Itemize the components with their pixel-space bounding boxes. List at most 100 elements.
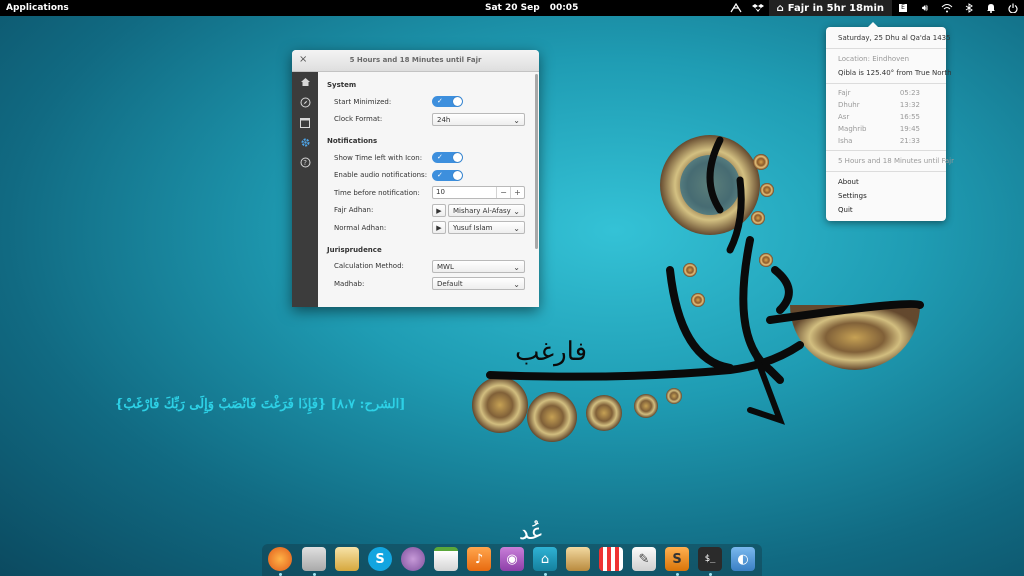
calendar-icon[interactable] — [292, 112, 318, 132]
fajr-adhan-controls: ▶ Mishary Al-Afasy ⌄ — [432, 203, 525, 217]
popcorn-icon[interactable] — [599, 547, 623, 571]
gear-icon[interactable] — [292, 132, 318, 152]
setting-label: Fajr Adhan: — [334, 206, 374, 215]
setting-calc-method: Calculation Method: MWL ⌄ — [327, 258, 525, 276]
setting-clock-format: Clock Format: 24h ⌄ — [327, 111, 525, 129]
toggle-knob — [453, 153, 462, 163]
play-button[interactable]: ▶ — [432, 221, 446, 235]
setting-fajr-adhan: Fajr Adhan: ▶ Mishary Al-Afasy ⌄ — [327, 202, 525, 220]
prayer-time: 05:23 — [899, 89, 920, 97]
toggle-knob — [453, 170, 462, 180]
section-notifications: Notifications — [327, 137, 378, 145]
check-icon: ✓ — [437, 97, 443, 106]
check-icon: ✓ — [437, 170, 443, 179]
keyboard-layout-icon[interactable]: E — [892, 0, 914, 16]
verse-caption: {فَإِذَا فَرَغْتَ فَانْصَبْ وَإِلَى رَبِ… — [115, 397, 406, 412]
wallpaper-calligraphy: فارغب — [472, 135, 924, 442]
terminal-icon[interactable]: $_ — [698, 547, 722, 571]
settings-sidebar: ? — [292, 72, 318, 307]
chevron-down-icon: ⌄ — [513, 115, 520, 125]
mosque-icon: ⌂ — [776, 2, 784, 14]
setting-normal-adhan: Normal Adhan: ▶ Yusuf Islam ⌄ — [327, 219, 525, 237]
time-before-spinner[interactable]: 10 − + — [432, 186, 525, 200]
qibla-direction: Qibla is 125.40° from True North — [838, 69, 952, 77]
photos-icon[interactable] — [566, 547, 590, 571]
madhab-select[interactable]: Default ⌄ — [432, 277, 525, 291]
prayer-app-icon[interactable]: ⌂ — [533, 547, 557, 571]
date-label: Sat 20 Sep — [485, 3, 540, 13]
clock[interactable]: Sat 20 Sep 00:05 — [485, 3, 588, 13]
setting-label: Madhab: — [334, 279, 365, 288]
bluetooth-icon[interactable] — [958, 0, 980, 16]
power-icon[interactable] — [1002, 0, 1024, 16]
calendar-icon[interactable] — [434, 547, 458, 571]
text-editor-icon[interactable]: ✎ — [632, 547, 656, 571]
fajr-adhan-select[interactable]: Mishary Al-Afasy ⌄ — [448, 203, 525, 217]
scrollbar[interactable] — [535, 74, 538, 249]
sublime-icon[interactable]: S — [665, 547, 689, 571]
volume-icon[interactable]: 🔊︎ — [914, 0, 936, 16]
window-titlebar[interactable]: × 5 Hours and 18 Minutes until Fajr — [292, 50, 539, 72]
chevron-down-icon: ⌄ — [513, 206, 520, 216]
tray-app-icon[interactable] — [725, 0, 747, 16]
start-minimized-toggle[interactable]: ✓ — [432, 96, 463, 108]
clock-format-select[interactable]: 24h ⌄ — [432, 112, 525, 126]
prayer-name: Fajr — [838, 89, 851, 97]
music-icon[interactable]: ♪ — [467, 547, 491, 571]
home-icon[interactable] — [292, 72, 318, 92]
minus-button[interactable]: − — [496, 187, 510, 199]
setting-enable-audio: Enable audio notifications: ✓ — [327, 167, 525, 185]
select-value: MWL — [437, 262, 454, 271]
setting-start-minimized: Start Minimized: ✓ — [327, 93, 525, 111]
time-label: 00:05 — [549, 3, 579, 13]
chevron-down-icon: ⌄ — [513, 280, 520, 290]
select-value: Mishary Al-Afasy — [453, 206, 511, 215]
normal-adhan-select[interactable]: Yusuf Islam ⌄ — [448, 221, 525, 235]
setting-time-before: Time before notification: 10 − + — [327, 184, 525, 202]
wifi-icon[interactable] — [936, 0, 958, 16]
files-icon[interactable] — [302, 547, 326, 571]
dock-logo: عُد — [519, 520, 544, 545]
svg-text:?: ? — [303, 159, 307, 167]
setting-show-time-left: Show Time left with Icon: ✓ — [327, 149, 525, 167]
check-icon: ✓ — [437, 153, 443, 162]
enable-audio-toggle[interactable]: ✓ — [432, 169, 463, 181]
hijri-date: Saturday, 25 Dhu al Qa'da 1435 — [838, 34, 951, 42]
dropbox-icon[interactable] — [747, 0, 769, 16]
play-button[interactable]: ▶ — [432, 203, 446, 217]
notifications-icon[interactable] — [980, 0, 1002, 16]
help-icon[interactable]: ? — [292, 152, 318, 172]
switchboard-icon[interactable]: ◐ — [731, 547, 755, 571]
location-label: Location: Eindhoven — [838, 55, 910, 63]
setting-label: Show Time left with Icon: — [334, 153, 423, 162]
compass-icon[interactable] — [292, 92, 318, 112]
prayer-indicator[interactable]: ⌂ Fajr in 5hr 18min — [768, 0, 892, 16]
play-icon: ▶ — [436, 224, 442, 233]
setting-label: Calculation Method: — [334, 262, 404, 271]
plus-button[interactable]: + — [510, 187, 524, 199]
setting-madhab: Madhab: Default ⌄ — [327, 275, 525, 293]
prayer-row-fajr: Fajr 05:23 — [826, 87, 946, 99]
show-time-left-toggle[interactable]: ✓ — [432, 152, 463, 164]
prayer-name: Dhuhr — [838, 101, 860, 109]
setting-label: Enable audio notifications: — [334, 171, 428, 180]
section-jurisprudence: Jurisprudence — [327, 245, 382, 254]
settings-window: × 5 Hours and 18 Minutes until Fajr ? Sy… — [292, 50, 539, 307]
setting-label: Clock Format: — [334, 115, 383, 124]
pidgin-icon[interactable] — [401, 547, 425, 571]
skype-icon[interactable]: S — [368, 547, 392, 571]
spinner-value[interactable]: 10 — [433, 187, 496, 198]
calc-method-select[interactable]: MWL ⌄ — [432, 259, 525, 273]
firefox-icon[interactable] — [268, 547, 292, 571]
separator — [826, 83, 946, 84]
section-system: System — [327, 81, 357, 89]
podcast-icon[interactable]: ◉ — [500, 547, 524, 571]
calligraphy-word: فارغب — [515, 337, 587, 367]
separator — [826, 48, 946, 49]
prayer-time: 13:32 — [899, 101, 920, 109]
applications-menu[interactable]: Applications — [6, 3, 69, 13]
mail-icon[interactable] — [335, 547, 359, 571]
toggle-knob — [453, 97, 462, 107]
select-value: 24h — [437, 115, 451, 124]
setting-label: Normal Adhan: — [334, 223, 387, 232]
